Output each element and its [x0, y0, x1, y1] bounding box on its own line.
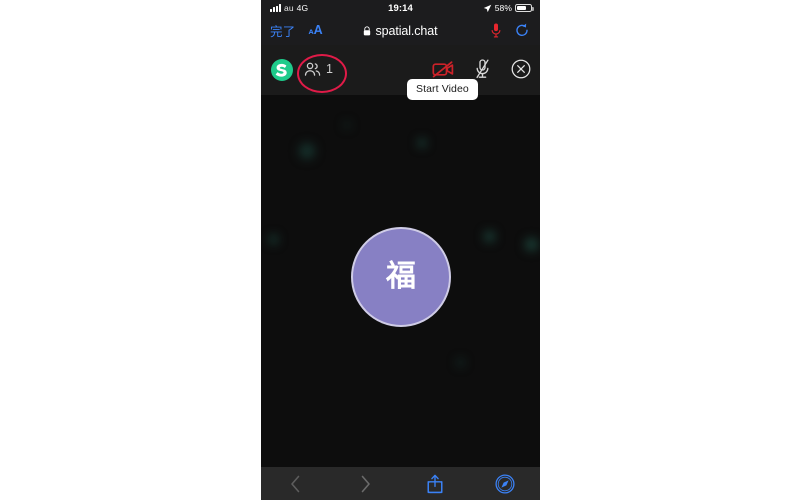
microphone-off-icon[interactable]	[475, 59, 490, 79]
forward-button[interactable]	[331, 475, 401, 493]
safari-bottom-toolbar	[261, 467, 540, 500]
url-text: spatial.chat	[375, 23, 438, 38]
safari-url-bar: 完了 ᴀA spatial.chat	[261, 16, 540, 45]
participant-avatar[interactable]: 福	[351, 227, 451, 327]
phone-screen: au 4G 19:14 58% 完了 ᴀA spatial.chat 1 Sta…	[261, 0, 540, 500]
share-button[interactable]	[401, 474, 471, 494]
text-size-large-glyph: A	[313, 23, 323, 38]
url-bar-actions	[491, 23, 529, 38]
close-circle-icon[interactable]	[511, 59, 531, 79]
background-dot	[457, 359, 464, 366]
app-toolbar-actions	[432, 59, 531, 79]
done-button[interactable]: 完了	[270, 21, 296, 40]
background-dot	[484, 231, 495, 242]
chevron-left-icon	[291, 475, 300, 492]
avatar-initial-label: 福	[386, 259, 416, 294]
spatialchat-app-toolbar: 1	[261, 45, 540, 95]
background-dot	[344, 122, 350, 128]
microphone-recording-icon[interactable]	[491, 23, 501, 38]
share-icon	[427, 474, 443, 493]
background-dot	[269, 235, 278, 244]
participant-count[interactable]: 1	[304, 61, 333, 78]
participant-count-label: 1	[326, 62, 333, 77]
background-dot	[299, 143, 315, 159]
status-bar-clock: 19:14	[388, 2, 413, 14]
spatialchat-stage[interactable]: 福	[261, 95, 540, 467]
screenshot-canvas: au 4G 19:14 58% 完了 ᴀA spatial.chat 1 Sta…	[0, 0, 800, 500]
people-icon	[304, 62, 321, 76]
ios-status-bar: au 4G 19:14 58%	[261, 0, 540, 16]
start-video-tooltip: Start Video	[407, 79, 478, 100]
background-dot	[418, 139, 426, 147]
back-button[interactable]	[261, 475, 331, 493]
battery-icon	[515, 3, 534, 13]
spatialchat-logo-icon[interactable]	[270, 58, 294, 82]
reload-icon[interactable]	[515, 23, 529, 38]
lock-icon	[364, 25, 371, 35]
text-size-button[interactable]: ᴀA	[309, 24, 323, 37]
background-dot	[525, 238, 538, 251]
tabs-button[interactable]	[470, 473, 540, 494]
compass-icon	[495, 473, 515, 494]
chevron-right-icon	[361, 475, 370, 492]
camera-off-icon[interactable]	[432, 60, 454, 79]
